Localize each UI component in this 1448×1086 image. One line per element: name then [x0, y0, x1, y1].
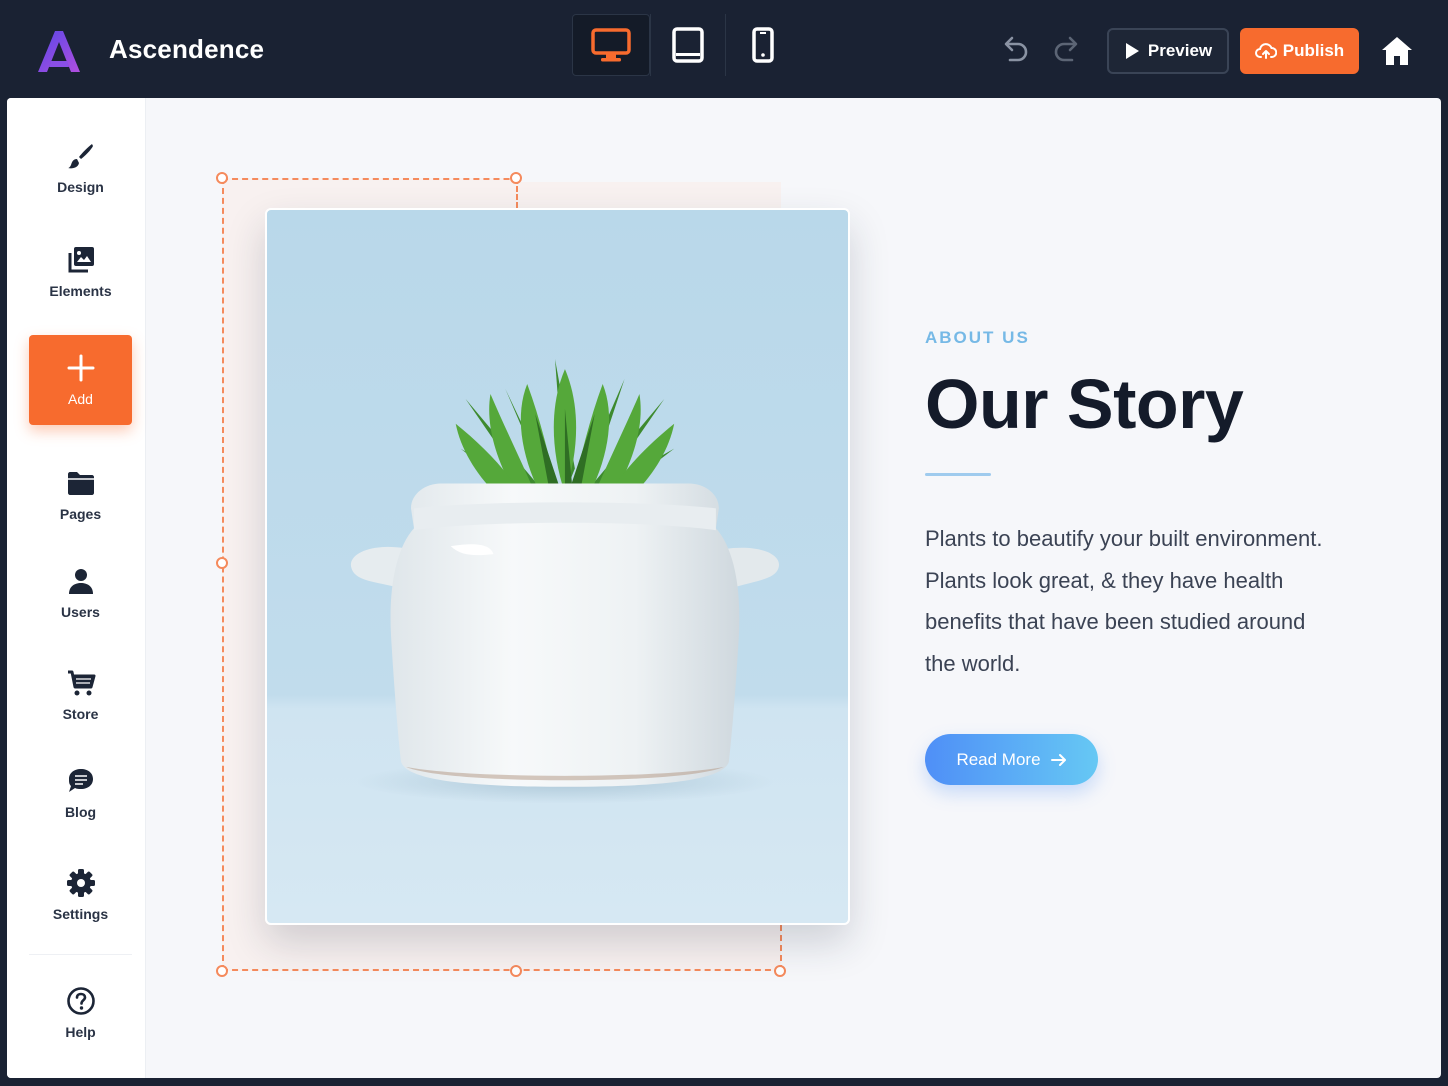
section-body: Plants to beautify your built environmen…	[925, 526, 1323, 676]
section-eyebrow: ABOUT US	[925, 328, 1030, 347]
undo-icon[interactable]	[1000, 34, 1030, 64]
folder-icon	[67, 472, 94, 495]
resize-handle-top-right[interactable]	[510, 172, 522, 184]
sidebar-item-elements[interactable]: Elements	[29, 232, 132, 312]
editor-workspace: Design Elements Add Pages Users Store Bl…	[7, 98, 1441, 1078]
sidebar-item-settings[interactable]: Settings	[29, 855, 132, 935]
preview-button[interactable]: Preview	[1107, 28, 1229, 74]
sidebar-item-blog[interactable]: Blog	[29, 753, 132, 833]
desktop-icon	[591, 28, 631, 62]
tablet-view-button[interactable]	[651, 14, 725, 76]
user-icon	[68, 569, 93, 594]
arrow-right-icon	[1050, 753, 1066, 766]
publish-button[interactable]: Publish	[1240, 28, 1359, 74]
home-icon[interactable]	[1380, 34, 1414, 68]
sidebar-item-label: Blog	[64, 804, 97, 820]
app-logo[interactable]	[36, 28, 82, 74]
cloud-upload-icon	[1254, 43, 1277, 59]
sidebar-item-pages[interactable]: Pages	[29, 455, 132, 535]
section-headline: Our Story	[925, 365, 1244, 443]
preview-label: Preview	[1147, 41, 1213, 60]
elements-icon	[68, 247, 94, 273]
sidebar-item-label: Help	[65, 1024, 96, 1040]
sidebar-item-help[interactable]: Help	[29, 973, 132, 1053]
gear-icon	[66, 869, 95, 897]
chat-icon	[68, 769, 93, 792]
read-more-button[interactable]: Read More	[925, 734, 1098, 785]
succulent-pot-illustration	[350, 359, 780, 804]
brush-icon	[67, 144, 93, 169]
resize-handle-top-left[interactable]	[216, 172, 228, 184]
cart-icon	[67, 670, 95, 696]
publish-label: Publish	[1282, 41, 1345, 60]
sidebar-item-label: Pages	[59, 506, 102, 522]
sidebar-divider	[29, 954, 132, 955]
sidebar-item-design[interactable]: Design	[29, 128, 132, 208]
desktop-view-button[interactable]	[572, 14, 650, 76]
help-icon	[66, 987, 95, 1015]
mobile-view-button[interactable]	[726, 14, 800, 76]
sidebar-item-label: Add	[68, 391, 93, 407]
sidebar-item-label: Store	[62, 706, 99, 722]
top-toolbar: Ascendence Preview Publish	[0, 0, 1448, 98]
sidebar-item-users[interactable]: Users	[29, 553, 132, 633]
tablet-icon	[672, 27, 704, 63]
play-icon	[1125, 43, 1139, 59]
app-name: Ascendence	[109, 34, 265, 64]
sidebar-item-label: Elements	[49, 283, 112, 299]
resize-handle-bottom[interactable]	[510, 965, 522, 977]
resize-handle-left[interactable]	[216, 557, 228, 569]
sidebar-item-add[interactable]: Add	[29, 335, 132, 425]
succulent-pot-image[interactable]	[265, 208, 850, 925]
sidebar-item-label: Settings	[52, 906, 109, 922]
sidebar: Design Elements Add Pages Users Store Bl…	[7, 98, 146, 1078]
about-section: ABOUT US Our Story Plants to beautify yo…	[925, 328, 1365, 785]
mobile-icon	[752, 27, 774, 63]
resize-handle-bottom-right[interactable]	[774, 965, 786, 977]
redo-icon[interactable]	[1052, 34, 1082, 64]
resize-handle-bottom-left[interactable]	[216, 965, 228, 977]
sidebar-item-store[interactable]: Store	[29, 655, 132, 735]
plus-icon	[67, 354, 94, 382]
read-more-label: Read More	[956, 749, 1041, 769]
headline-divider	[925, 473, 991, 476]
device-switcher	[572, 14, 800, 76]
sidebar-item-label: Design	[57, 179, 104, 195]
sidebar-item-label: Users	[61, 604, 100, 620]
selection-frame-gap	[519, 176, 783, 182]
